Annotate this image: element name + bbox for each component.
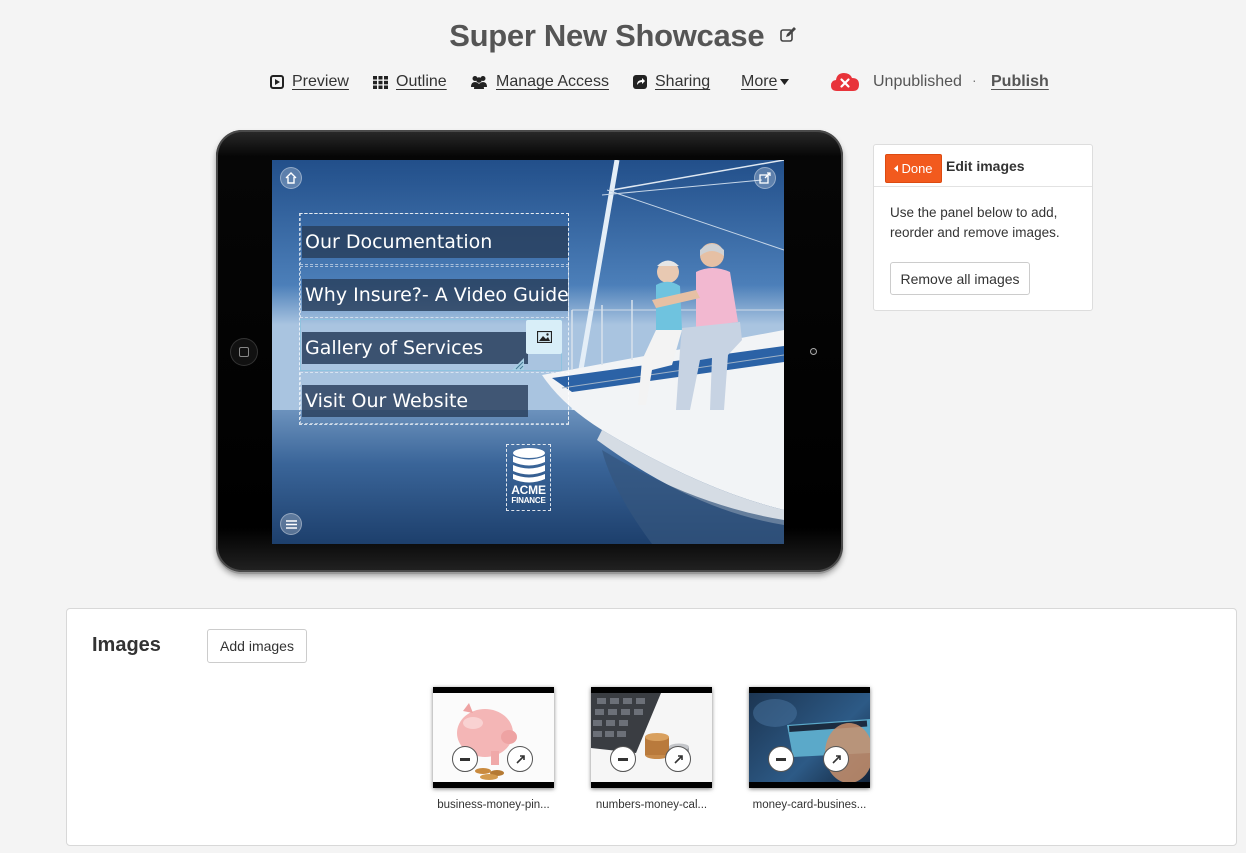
caret-left-icon (894, 165, 899, 172)
grid-icon (373, 75, 388, 89)
home-icon[interactable] (280, 167, 302, 189)
menu-item-website[interactable]: Visit Our Website (300, 372, 569, 424)
expand-icon (831, 754, 841, 764)
manage-access-link[interactable]: Manage Access (470, 70, 609, 94)
edit-icon[interactable] (779, 26, 797, 44)
app-screen: Our Documentation Why Insure?- A Video G… (272, 160, 784, 544)
money-card-image (749, 693, 870, 782)
image-caption: numbers-money-cal... (595, 799, 708, 811)
company-logo[interactable]: ACME FINANCE (506, 444, 551, 511)
logo-text-finance: FINANCE (511, 496, 546, 505)
done-button[interactable]: Done (885, 154, 942, 183)
remove-image-button[interactable] (768, 746, 794, 772)
done-label: Done (901, 161, 933, 176)
minus-icon (776, 757, 786, 761)
tablet-camera (810, 348, 817, 355)
outline-link[interactable]: Outline (373, 70, 447, 94)
expand-image-button[interactable] (823, 746, 849, 772)
calculator-coins-image (591, 693, 712, 782)
panel-description: Use the panel below to add, reorder and … (890, 205, 1060, 240)
preview-label: Preview (292, 73, 349, 90)
menu-item-video-guide[interactable]: Why Insure?- A Video Guide (300, 266, 569, 318)
images-section: Images Add images business-money-pin... … (66, 608, 1237, 846)
sharing-label: Sharing (655, 73, 711, 90)
image-caption: business-money-pin... (437, 799, 550, 811)
expand-icon (515, 754, 525, 764)
tablet-preview: Our Documentation Why Insure?- A Video G… (216, 130, 843, 572)
expand-image-button[interactable] (665, 746, 691, 772)
menu-item-label: Our Documentation (302, 226, 568, 258)
separator-dot: · (972, 72, 977, 88)
page-title: Super New Showcase (449, 18, 765, 53)
remove-all-images-button[interactable]: Remove all images (890, 262, 1030, 295)
images-heading: Images (92, 634, 161, 656)
minus-icon (460, 757, 470, 761)
remove-image-button[interactable] (452, 746, 478, 772)
piggy-bank-image (433, 693, 554, 782)
image-thumbnail[interactable]: numbers-money-cal... (591, 687, 712, 811)
caret-down-icon (780, 79, 790, 85)
sharing-link[interactable]: Sharing (633, 70, 710, 94)
outline-label: Outline (396, 73, 447, 90)
tablet-home-button (230, 338, 258, 366)
menu-item-documentation[interactable]: Our Documentation (300, 213, 569, 265)
image-icon[interactable] (526, 320, 562, 354)
users-icon (471, 76, 487, 89)
publish-link[interactable]: Publish (991, 70, 1049, 94)
menu-item-label: Visit Our Website (302, 385, 528, 417)
remove-image-button[interactable] (610, 746, 636, 772)
title-row: Super New Showcase (0, 18, 1246, 54)
resize-handle-icon[interactable] (512, 358, 524, 370)
status-label: Unpublished (873, 73, 962, 90)
database-logo-icon (512, 448, 545, 483)
manage-access-label: Manage Access (496, 73, 609, 90)
add-images-button[interactable]: Add images (207, 629, 307, 663)
external-link-icon[interactable] (754, 167, 776, 189)
menu-item-label: Why Insure?- A Video Guide (302, 279, 569, 311)
edit-images-panel: Done Edit images Use the panel below to … (873, 144, 1093, 311)
publish-status: Unpublished (831, 70, 962, 94)
cloud-error-icon (831, 73, 859, 91)
logo-text-acme: ACME (511, 483, 546, 497)
image-thumbnail[interactable]: money-card-busines... (749, 687, 870, 811)
toolbar: Preview Outline Manage Access Sharing Mo… (0, 70, 1246, 94)
publish-label: Publish (991, 73, 1049, 90)
share-icon (633, 75, 647, 89)
preview-link[interactable]: Preview (270, 70, 349, 94)
image-caption: money-card-busines... (752, 799, 867, 811)
image-thumbnail[interactable]: business-money-pin... (433, 687, 554, 811)
more-dropdown[interactable]: More (741, 70, 790, 94)
menu-item-label: Gallery of Services (302, 332, 528, 364)
panel-header: Done Edit images (874, 145, 1092, 187)
expand-icon (673, 754, 683, 764)
expand-image-button[interactable] (507, 746, 533, 772)
minus-icon (618, 757, 628, 761)
play-icon (270, 75, 284, 89)
menu-icon[interactable] (280, 513, 302, 535)
panel-title: Edit images (946, 158, 1025, 174)
more-label: More (741, 73, 778, 90)
